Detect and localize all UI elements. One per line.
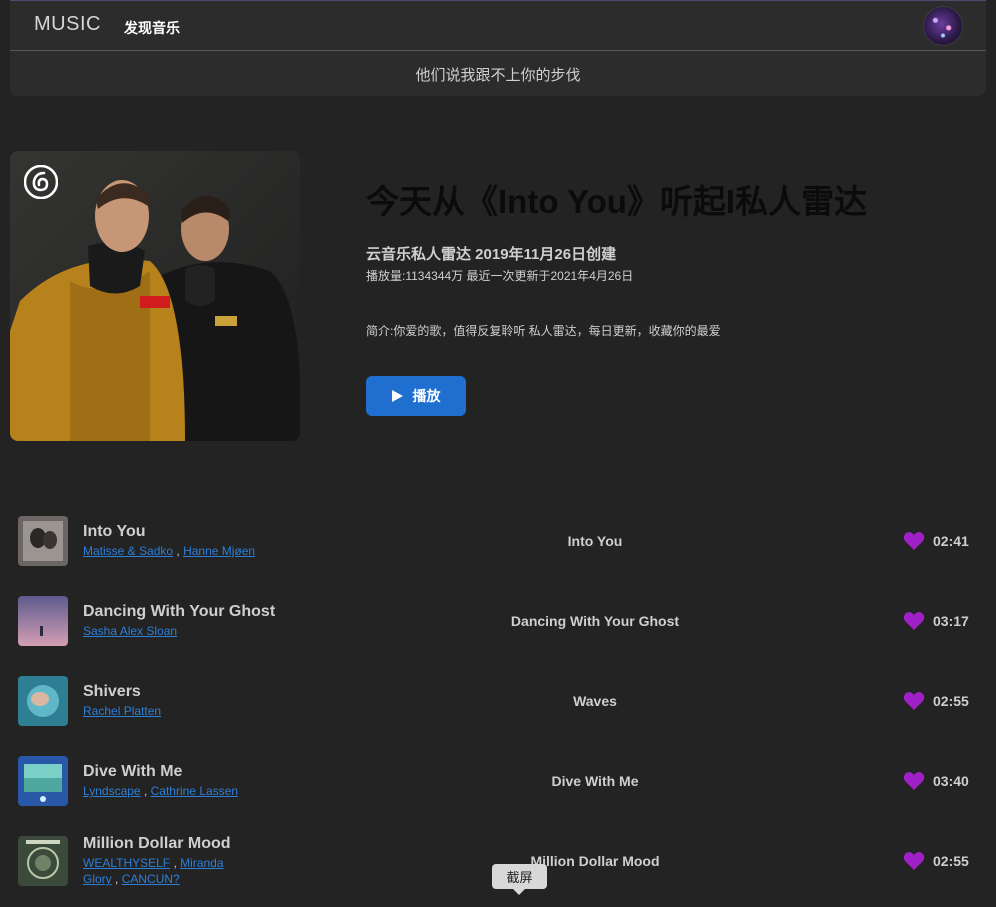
song-row[interactable]: Dive With Me Lyndscape , Cathrine Lassen… <box>0 740 996 820</box>
nav-discover-music[interactable]: 发现音乐 <box>124 18 180 38</box>
song-duration: 02:41 <box>933 533 969 549</box>
user-avatar[interactable] <box>923 6 963 46</box>
playlist-meta: 播放量:1134344万 最近一次更新于2021年4月26日 <box>366 269 634 283</box>
song-thumbnail <box>18 516 68 566</box>
song-album[interactable]: Dive With Me <box>420 773 770 789</box>
playlist-description: 简介:你爱的歌，值得反复聆听 私人雷达，每日更新，收藏你的最爱 <box>366 324 721 338</box>
song-album[interactable]: Million Dollar Mood <box>420 853 770 869</box>
song-title[interactable]: Dancing With Your Ghost <box>83 603 275 621</box>
artist-link[interactable]: Sasha Alex Sloan <box>83 624 177 638</box>
song-artists: Sasha Alex Sloan <box>83 623 263 639</box>
song-duration: 02:55 <box>933 853 969 869</box>
heart-icon[interactable] <box>903 851 925 871</box>
app-logo[interactable]: MUSIC <box>34 13 101 36</box>
artist-link[interactable]: Matisse & Sadko <box>83 544 173 558</box>
play-button[interactable]: 播放 <box>366 376 466 416</box>
song-duration: 03:40 <box>933 773 969 789</box>
artist-link[interactable]: CANCUN? <box>122 872 180 886</box>
song-duration: 03:17 <box>933 613 969 629</box>
artist-link[interactable]: Rachel Platten <box>83 704 161 718</box>
screenshot-tooltip: 截屏 <box>492 864 547 895</box>
nav-row: MUSIC 发现音乐 <box>10 1 986 51</box>
play-icon <box>391 390 403 402</box>
top-navbar: MUSIC 发现音乐 他们说我跟不上你的步伐 <box>10 0 986 96</box>
artist-link[interactable]: Lyndscape <box>83 784 141 798</box>
song-album[interactable]: Waves <box>420 693 770 709</box>
heart-icon[interactable] <box>903 771 925 791</box>
playlist-cover <box>10 151 300 441</box>
song-row[interactable]: Into You Matisse & Sadko , Hanne Mjøen I… <box>0 500 996 580</box>
song-row[interactable]: Dancing With Your Ghost Sasha Alex Sloan… <box>0 580 996 660</box>
song-thumbnail <box>18 836 68 886</box>
song-album[interactable]: Dancing With Your Ghost <box>420 613 770 629</box>
play-button-label: 播放 <box>412 388 441 404</box>
artist-link[interactable]: Hanne Mjøen <box>183 544 255 558</box>
artist-link[interactable]: WEALTHYSELF <box>83 856 170 870</box>
song-title[interactable]: Dive With Me <box>83 763 182 781</box>
current-lyric: 他们说我跟不上你的步伐 <box>415 67 581 84</box>
heart-icon[interactable] <box>903 691 925 711</box>
playlist-title: 今天从《Into You》听起I私人雷达 <box>366 183 868 220</box>
song-thumbnail <box>18 596 68 646</box>
heart-icon[interactable] <box>903 611 925 631</box>
song-artists: WEALTHYSELF , Miranda Glory , CANCUN? <box>83 856 224 886</box>
song-artists: Lyndscape , Cathrine Lassen <box>83 784 239 798</box>
song-artists: Rachel Platten <box>83 703 263 719</box>
song-title[interactable]: Into You <box>83 523 146 541</box>
song-thumbnail <box>18 756 68 806</box>
song-artists: Matisse & Sadko , Hanne Mjøen <box>83 544 256 558</box>
song-album[interactable]: Into You <box>420 533 770 549</box>
song-row[interactable]: Shivers Rachel Platten Waves 02:55 <box>0 660 996 740</box>
song-duration: 02:55 <box>933 693 969 709</box>
song-title[interactable]: Million Dollar Mood <box>83 835 231 853</box>
artist-link[interactable]: Cathrine Lassen <box>151 784 238 798</box>
netease-logo-icon <box>24 165 58 199</box>
song-title[interactable]: Shivers <box>83 683 141 701</box>
heart-icon[interactable] <box>903 531 925 551</box>
song-thumbnail <box>18 676 68 726</box>
playlist-creator: 云音乐私人雷达 2019年11月26日创建 <box>366 246 617 263</box>
